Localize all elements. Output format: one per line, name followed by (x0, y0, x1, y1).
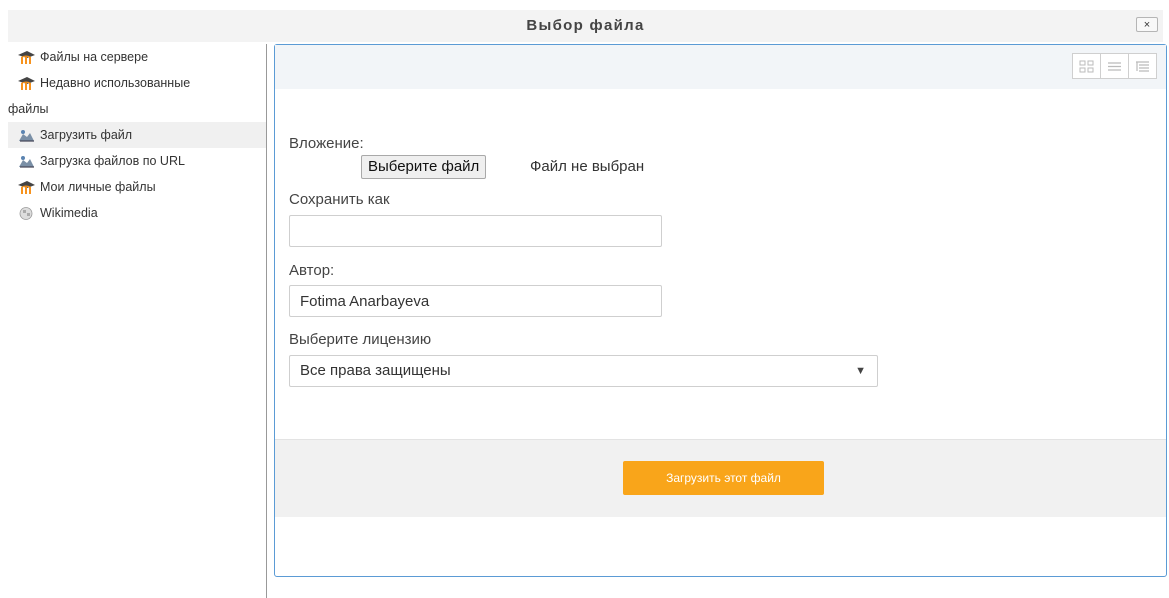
author-label: Автор: (289, 262, 335, 279)
dialog-titlebar: Выбор файла × (8, 10, 1163, 42)
choose-file-button[interactable]: Выберите файл (361, 155, 487, 179)
moodle-icon (18, 77, 35, 90)
tree-view-button[interactable] (1128, 53, 1157, 79)
panel-toolbar (275, 45, 1166, 89)
author-input[interactable] (289, 285, 662, 317)
sidebar-item-label: Wikimedia (40, 206, 98, 220)
sidebar-item-label: Файлы на сервере (40, 50, 149, 64)
save-as-label: Сохранить как (289, 191, 390, 208)
sidebar-item-url-download[interactable]: Загрузка файлов по URL (8, 148, 266, 174)
sidebar-item-server-files[interactable]: Файлы на сервере (8, 44, 266, 70)
grid-view-icon (1079, 60, 1094, 72)
moodle-icon (18, 181, 35, 194)
dialog-title: Выбор файла (526, 17, 645, 34)
sidebar-item-wikimedia[interactable]: Wikimedia (8, 200, 266, 226)
repository-sidebar: Файлы на сервере Недавно использованные … (8, 44, 266, 226)
save-as-input[interactable] (289, 215, 662, 247)
tree-view-icon (1136, 60, 1149, 72)
sidebar-item-label-cont: файлы (8, 102, 49, 116)
sidebar-item-label: Мои личные файлы (40, 180, 156, 194)
view-switcher (1072, 53, 1157, 79)
url-download-icon (19, 156, 34, 168)
attachment-label: Вложение: (289, 135, 364, 152)
upload-panel: Вложение: Выберите файл Файл не выбран С… (274, 44, 1167, 577)
license-select[interactable]: Все права защищены ▼ (289, 355, 878, 387)
license-label: Выберите лицензию (289, 331, 432, 348)
sidebar-divider (266, 44, 267, 598)
sidebar-item-label: Недавно использованные (40, 76, 191, 90)
upload-this-file-button[interactable]: Загрузить этот файл (623, 461, 824, 495)
close-icon: × (1143, 19, 1151, 31)
chevron-down-icon: ▼ (855, 365, 866, 377)
sidebar-item-private-files[interactable]: Мои личные файлы (8, 174, 266, 200)
panel-footer: Загрузить этот файл (275, 439, 1166, 517)
close-button[interactable]: × (1136, 17, 1158, 32)
icons-view-button[interactable] (1072, 53, 1101, 79)
sidebar-item-label: Загрузка файлов по URL (40, 154, 185, 168)
file-status: Файл не выбран (530, 158, 645, 175)
sidebar-item-label: Загрузить файл (40, 128, 133, 142)
wikimedia-globe-icon (19, 207, 33, 220)
moodle-icon (18, 51, 35, 64)
sidebar-item-recent-files[interactable]: Недавно использованные файлы (8, 70, 266, 122)
license-selected-value: Все права защищены (300, 362, 451, 379)
list-view-button[interactable] (1100, 53, 1129, 79)
list-view-icon (1108, 61, 1121, 71)
sidebar-item-upload-file[interactable]: Загрузить файл (8, 122, 266, 148)
upload-icon (19, 130, 34, 142)
